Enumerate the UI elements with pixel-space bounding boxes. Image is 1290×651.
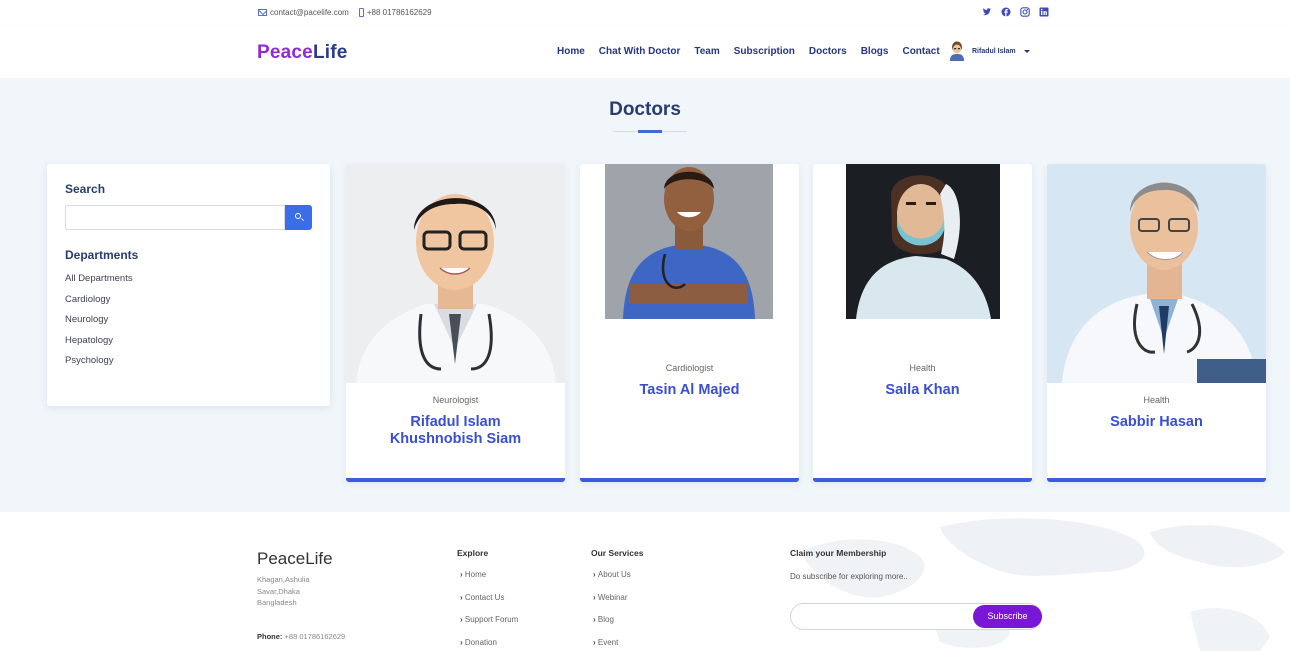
explore-links: Home Contact Us Support Forum Donation (460, 570, 518, 651)
footer-link-event[interactable]: Event (593, 638, 631, 651)
main-navbar: PeaceLife Home Chat With Doctor Team Sub… (0, 26, 1290, 78)
footer-link-donation[interactable]: Donation (460, 638, 518, 651)
address-line: Khagan,Ashulia (257, 575, 310, 584)
departments-list: All Departments Cardiology Neurology Hep… (65, 272, 133, 375)
doctor-name[interactable]: Sabbir Hasan (1047, 414, 1266, 431)
footer-brand: PeaceLife (257, 549, 333, 568)
footer: PeaceLife Khagan,Ashulia Savar,Dhaka Ban… (0, 512, 1290, 651)
department-all[interactable]: All Departments (65, 272, 133, 293)
doctor-specialty: Neurologist (432, 395, 479, 405)
doctor-name[interactable]: Tasin Al Majed (580, 382, 799, 399)
doctor-card[interactable]: Health Saila Khan (813, 164, 1032, 482)
nav-menu: Home Chat With Doctor Team Subscription … (557, 46, 940, 57)
membership-heading: Claim your Membership (790, 548, 887, 558)
nav-home[interactable]: Home (557, 46, 585, 57)
address-line: Savar,Dhaka (257, 586, 300, 596)
phone-item[interactable]: +88 01786162629 (358, 8, 432, 17)
title-divider-accent (638, 130, 662, 133)
search-input[interactable] (65, 205, 285, 230)
services-links: About Us Webinar Blog Event (593, 570, 631, 651)
user-menu[interactable]: Rifadul Islam (948, 41, 1030, 61)
email-text: contact@pacelife.com (270, 8, 349, 17)
twitter-icon[interactable] (982, 7, 992, 17)
card-accent-bar (1047, 478, 1266, 482)
search-button[interactable] (285, 205, 312, 230)
nav-contact[interactable]: Contact (902, 46, 939, 57)
filter-sidebar: Search Departments All Departments Cardi… (47, 164, 330, 406)
nav-doctors[interactable]: Doctors (809, 46, 847, 57)
phone-label: Phone: (257, 632, 283, 641)
doctor-name[interactable]: Saila Khan (813, 382, 1032, 399)
membership-text: Do subscribe for exploring more.. (790, 572, 908, 581)
doctor-photo (1047, 164, 1266, 383)
doctor-photo (346, 164, 565, 383)
mail-icon (258, 9, 267, 16)
footer-link-support-forum[interactable]: Support Forum (460, 615, 518, 638)
linkedin-icon[interactable] (1039, 7, 1049, 17)
logo-part-peace: Peace (257, 42, 313, 63)
doctor-card[interactable]: Neurologist Rifadul Islam Khushnobish Si… (346, 164, 565, 482)
social-links (982, 7, 1049, 17)
facebook-icon[interactable] (1001, 7, 1011, 17)
footer-link-contact[interactable]: Contact Us (460, 593, 518, 616)
phone-text: +88 01786162629 (366, 8, 432, 17)
doctor-specialty: Health (1143, 395, 1170, 405)
nav-chat-with-doctor[interactable]: Chat With Doctor (599, 46, 681, 57)
card-accent-bar (813, 478, 1032, 482)
site-logo[interactable]: PeaceLife (257, 42, 348, 64)
departments-heading: Departments (65, 248, 139, 262)
instagram-icon[interactable] (1020, 7, 1030, 17)
department-cardiology[interactable]: Cardiology (65, 293, 133, 314)
doctor-photo (605, 164, 773, 319)
address-line: Bangladesh (257, 598, 297, 607)
doctor-name[interactable]: Rifadul Islam Khushnobish Siam (346, 414, 565, 448)
nav-subscription[interactable]: Subscription (734, 46, 795, 57)
nav-team[interactable]: Team (694, 46, 719, 57)
page-title: Doctors (609, 99, 681, 120)
chevron-down-icon (1023, 49, 1030, 53)
user-name: Rifadul Islam (972, 47, 1016, 55)
department-neurology[interactable]: Neurology (65, 313, 133, 334)
department-psychology[interactable]: Psychology (65, 354, 133, 375)
footer-link-webinar[interactable]: Webinar (593, 593, 631, 616)
services-heading: Our Services (591, 548, 644, 558)
phone-value: +88 01786162629 (284, 632, 346, 641)
doctor-card[interactable]: Cardiologist Tasin Al Majed (580, 164, 799, 482)
doctor-photo (846, 164, 1000, 319)
search-heading: Search (65, 182, 106, 196)
footer-address: Khagan,Ashulia Savar,Dhaka Bangladesh (257, 574, 310, 609)
department-hepatology[interactable]: Hepatology (65, 334, 133, 355)
email-item[interactable]: contact@pacelife.com (258, 8, 349, 17)
logo-part-life: Life (312, 42, 348, 63)
footer-link-blog[interactable]: Blog (593, 615, 631, 638)
footer-link-home[interactable]: Home (460, 570, 518, 593)
explore-heading: Explore (457, 548, 489, 558)
doctor-specialty: Cardiologist (665, 363, 714, 373)
doctor-specialty: Health (909, 363, 936, 373)
nav-blogs[interactable]: Blogs (861, 46, 889, 57)
doctor-card[interactable]: Health Sabbir Hasan (1047, 164, 1266, 482)
card-accent-bar (580, 478, 799, 482)
footer-link-about[interactable]: About Us (593, 570, 631, 593)
doctors-section: Doctors Search Departments All Departmen… (0, 78, 1290, 512)
top-bar: contact@pacelife.com +88 01786162629 (0, 0, 1290, 26)
avatar (948, 41, 966, 61)
contact-info: contact@pacelife.com +88 01786162629 (258, 8, 432, 17)
search-icon (295, 213, 301, 219)
subscribe-button[interactable]: Subscribe (973, 605, 1042, 628)
phone-icon (358, 8, 364, 17)
card-accent-bar (346, 478, 565, 482)
world-map-background (800, 518, 1285, 651)
footer-phone: Phone: +88 01786162629 (257, 632, 345, 641)
